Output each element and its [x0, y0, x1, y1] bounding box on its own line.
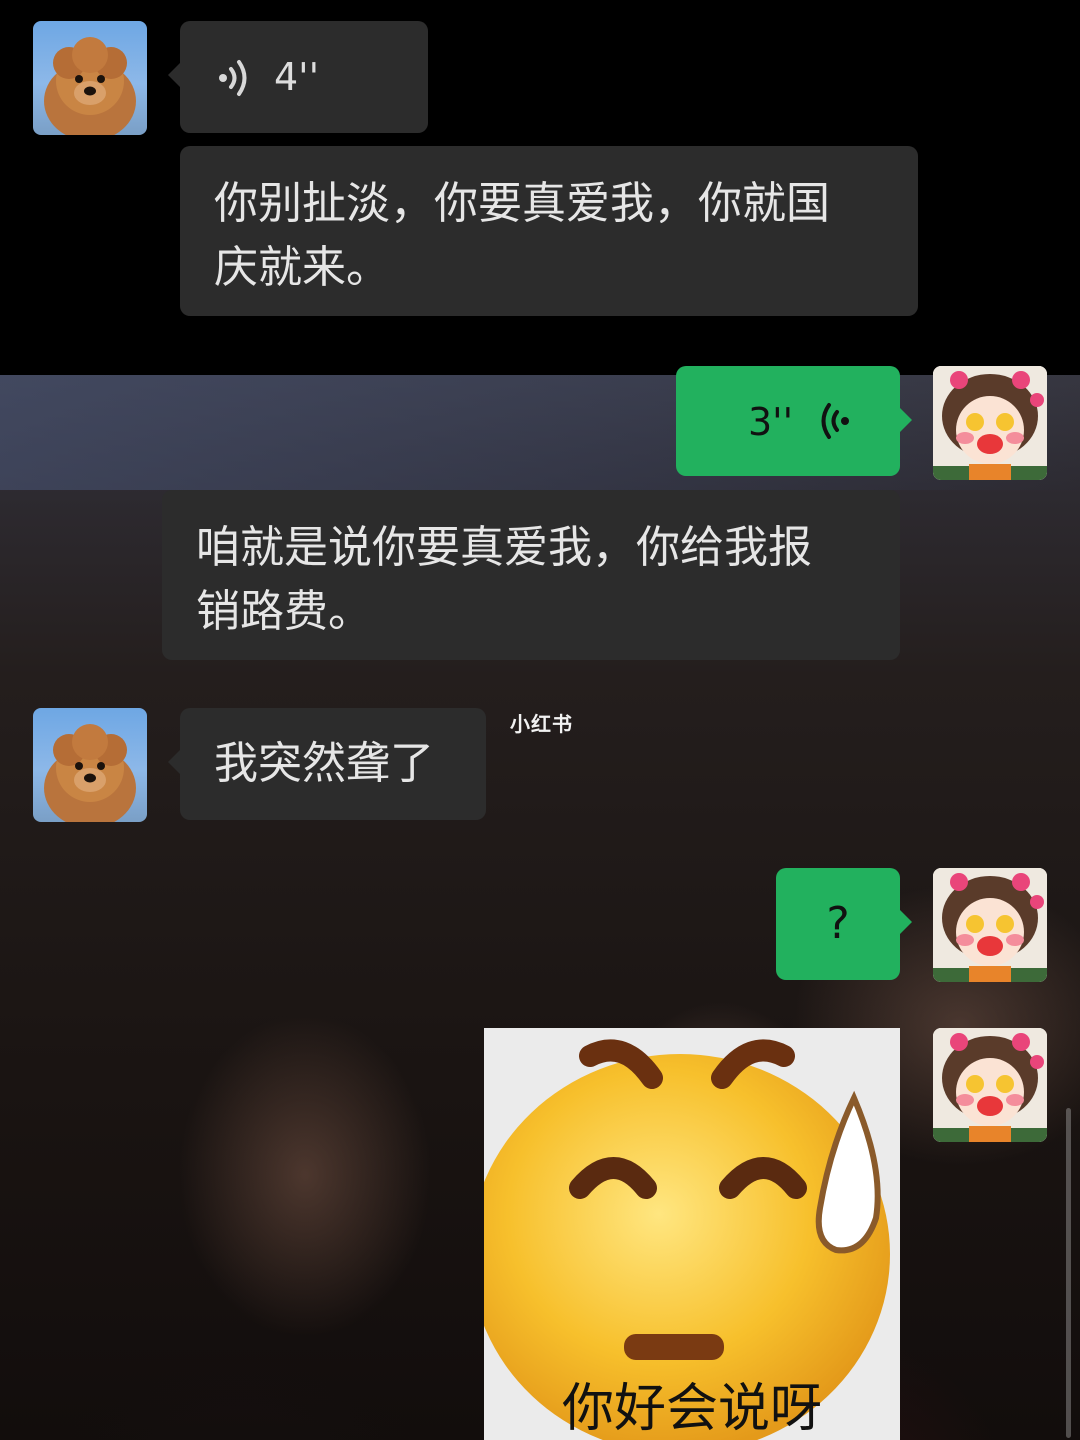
message-line: 我突然聋了	[214, 738, 434, 789]
message-line: 咱就是说你要真爱我，你给我报	[196, 522, 812, 573]
my-avatar[interactable]	[933, 1028, 1047, 1142]
sound-wave-icon	[219, 60, 247, 96]
text-message-bubble[interactable]: ?	[776, 868, 912, 980]
message-line: 庆就来。	[214, 242, 390, 293]
voice-duration: 4''	[274, 55, 320, 99]
cartoon-girl-avatar-icon	[933, 868, 1047, 982]
voice-message-bubble[interactable]: 3''	[676, 366, 912, 476]
sticker-caption: 你好会说呀	[561, 1379, 822, 1439]
message-line: 销路费。	[196, 586, 372, 637]
text-message-bubble[interactable]: 我突然聋了	[168, 708, 486, 820]
watermark: 小红书	[510, 712, 573, 736]
contact-avatar[interactable]	[33, 21, 147, 135]
dog-avatar-icon	[44, 724, 136, 822]
text-message-bubble[interactable]: 咱就是说你要真爱我，你给我报 销路费。	[162, 490, 900, 660]
background-banner	[0, 375, 1080, 490]
my-avatar[interactable]	[933, 366, 1047, 480]
my-avatar[interactable]	[933, 868, 1047, 982]
voice-duration: 3''	[748, 400, 794, 444]
cartoon-girl-avatar-icon	[933, 1028, 1047, 1142]
text-message-bubble[interactable]: 你别扯淡，你要真爱我，你就国 庆就来。	[180, 146, 918, 316]
sticker-message[interactable]: 你好会说呀	[484, 1028, 900, 1440]
cartoon-girl-avatar-icon	[933, 366, 1047, 480]
dog-avatar-icon	[44, 37, 136, 135]
sound-wave-icon	[821, 403, 849, 439]
message-line: ?	[826, 898, 850, 949]
message-line: 你别扯淡，你要真爱我，你就国	[214, 178, 830, 229]
contact-avatar[interactable]	[33, 708, 147, 822]
voice-message-bubble[interactable]: 4''	[168, 21, 428, 133]
scrollbar[interactable]	[1066, 1108, 1071, 1438]
